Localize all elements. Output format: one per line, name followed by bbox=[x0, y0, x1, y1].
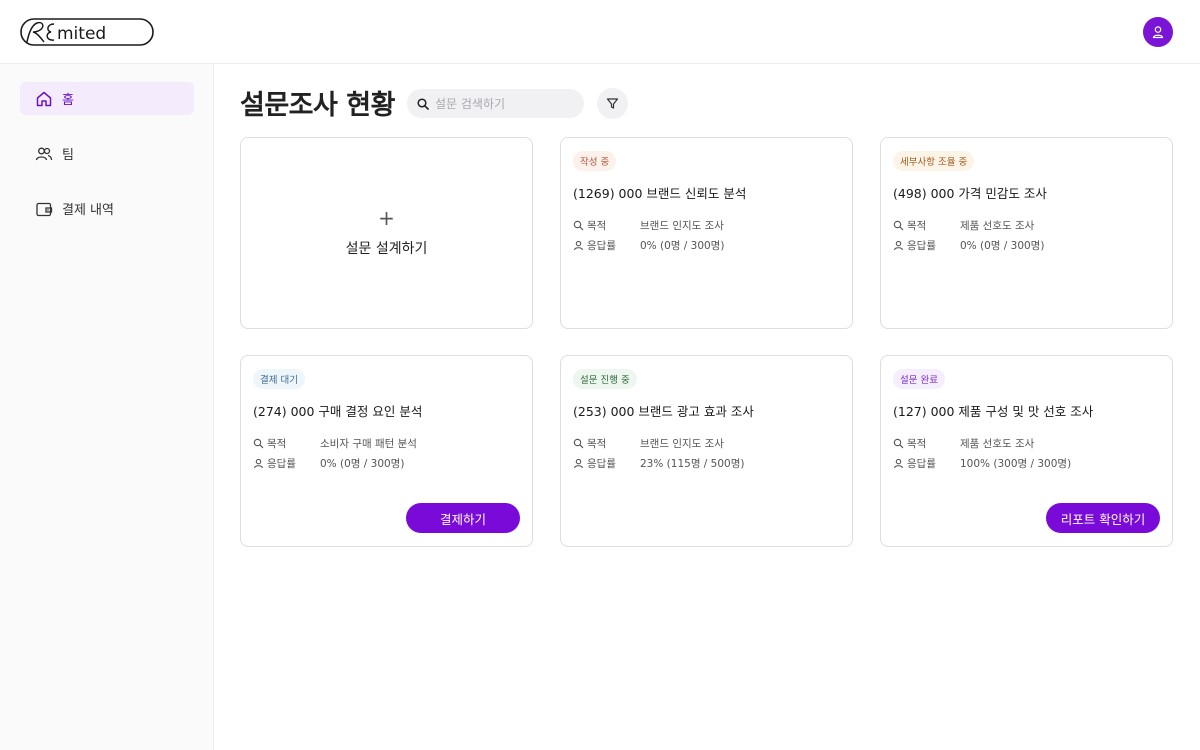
sidebar-item-label: 팀 bbox=[62, 148, 74, 163]
magnifier-icon bbox=[253, 438, 264, 449]
view-report-button[interactable]: 리포트 확인하기 bbox=[1046, 503, 1160, 533]
survey-card[interactable]: 결제 대기 (274) 000 구매 결정 요인 분석 목적 소비자 구매 패턴… bbox=[240, 355, 533, 547]
purpose-label: 목적 bbox=[907, 220, 927, 232]
sidebar-item-team[interactable]: 팀 bbox=[20, 137, 194, 170]
response-label: 응답률 bbox=[587, 240, 616, 252]
purpose-value: 브랜드 인지도 조사 bbox=[640, 438, 724, 450]
magnifier-icon bbox=[893, 220, 904, 231]
status-badge: 설문 진행 중 bbox=[573, 369, 637, 389]
survey-title: (274) 000 구매 결정 요인 분석 bbox=[253, 404, 423, 419]
magnifier-icon bbox=[893, 438, 904, 449]
response-row: 응답률 0% (0명 / 300명) bbox=[573, 238, 724, 253]
response-row: 응답률 23% (115명 / 500명) bbox=[573, 456, 744, 471]
purpose-value: 제품 선호도 조사 bbox=[960, 220, 1035, 232]
response-row: 응답률 0% (0명 / 300명) bbox=[893, 238, 1044, 253]
team-icon bbox=[34, 144, 54, 164]
filter-icon bbox=[606, 98, 619, 109]
survey-card[interactable]: 설문 완료 (127) 000 제품 구성 및 맛 선호 조사 목적 제품 선호… bbox=[880, 355, 1173, 547]
sidebar-item-label: 홈 bbox=[62, 93, 74, 108]
purpose-label: 목적 bbox=[587, 220, 607, 232]
top-header: mited bbox=[0, 0, 1200, 64]
sidebar: 홈 팀 결제 내역 bbox=[0, 64, 214, 750]
response-value: 0% (0명 / 300명) bbox=[960, 240, 1045, 252]
filter-button[interactable] bbox=[597, 88, 628, 119]
response-value: 0% (0명 / 300명) bbox=[640, 240, 725, 252]
purpose-row: 목적 제품 선호도 조사 bbox=[893, 436, 1034, 451]
person-icon bbox=[893, 240, 904, 251]
pay-button[interactable]: 결제하기 bbox=[406, 503, 520, 533]
search-icon bbox=[417, 97, 429, 110]
response-row: 응답률 0% (0명 / 300명) bbox=[253, 456, 404, 471]
purpose-value: 브랜드 인지도 조사 bbox=[640, 220, 724, 232]
person-icon bbox=[253, 458, 264, 469]
response-label: 응답률 bbox=[267, 458, 296, 470]
magnifier-icon bbox=[573, 220, 584, 231]
purpose-label: 목적 bbox=[587, 438, 607, 450]
person-icon bbox=[573, 240, 584, 251]
purpose-value: 소비자 구매 패턴 분석 bbox=[320, 438, 417, 450]
status-badge: 작성 중 bbox=[573, 151, 617, 171]
purpose-value: 제품 선호도 조사 bbox=[960, 438, 1035, 450]
purpose-label: 목적 bbox=[907, 438, 927, 450]
response-value: 100% (300명 / 300명) bbox=[960, 458, 1072, 470]
sidebar-item-payment-history[interactable]: 결제 내역 bbox=[20, 192, 194, 225]
survey-title: (127) 000 제품 구성 및 맛 선호 조사 bbox=[893, 404, 1094, 419]
new-survey-card[interactable]: + 설문 설계하기 bbox=[240, 137, 533, 329]
new-survey-label: 설문 설계하기 bbox=[345, 241, 428, 257]
status-badge: 결제 대기 bbox=[253, 369, 305, 389]
status-badge: 세부사항 조율 중 bbox=[893, 151, 975, 171]
page-title: 설문조사 현황 bbox=[240, 90, 395, 121]
status-badge: 설문 완료 bbox=[893, 369, 945, 389]
purpose-label: 목적 bbox=[267, 438, 287, 450]
response-label: 응답률 bbox=[587, 458, 616, 470]
purpose-row: 목적 소비자 구매 패턴 분석 bbox=[253, 436, 417, 451]
wallet-icon bbox=[34, 199, 54, 219]
survey-title: (498) 000 가격 민감도 조사 bbox=[893, 186, 1047, 201]
survey-title: (253) 000 브랜드 광고 효과 조사 bbox=[573, 404, 754, 419]
search-input[interactable] bbox=[435, 96, 575, 111]
person-icon bbox=[893, 458, 904, 469]
purpose-row: 목적 제품 선호도 조사 bbox=[893, 218, 1034, 233]
home-icon bbox=[34, 89, 54, 109]
sidebar-item-home[interactable]: 홈 bbox=[20, 82, 194, 115]
survey-title: (1269) 000 브랜드 신뢰도 분석 bbox=[573, 186, 747, 201]
survey-card[interactable]: 설문 진행 중 (253) 000 브랜드 광고 효과 조사 목적 브랜드 인지… bbox=[560, 355, 853, 547]
purpose-row: 목적 브랜드 인지도 조사 bbox=[573, 436, 724, 451]
response-label: 응답률 bbox=[907, 458, 936, 470]
user-icon bbox=[1152, 26, 1164, 39]
response-label: 응답률 bbox=[907, 240, 936, 252]
person-icon bbox=[573, 458, 584, 469]
search-box[interactable] bbox=[407, 89, 584, 118]
purpose-row: 목적 브랜드 인지도 조사 bbox=[573, 218, 724, 233]
plus-icon: + bbox=[378, 206, 395, 230]
sidebar-item-label: 결제 내역 bbox=[62, 203, 114, 218]
survey-card[interactable]: 세부사항 조율 중 (498) 000 가격 민감도 조사 목적 제품 선호도 … bbox=[880, 137, 1173, 329]
response-value: 23% (115명 / 500명) bbox=[640, 458, 745, 470]
user-avatar[interactable] bbox=[1143, 17, 1173, 47]
remited-logo[interactable]: mited bbox=[20, 18, 154, 46]
magnifier-icon bbox=[573, 438, 584, 449]
survey-card[interactable]: 작성 중 (1269) 000 브랜드 신뢰도 분석 목적 브랜드 인지도 조사… bbox=[560, 137, 853, 329]
svg-text:mited: mited bbox=[57, 24, 106, 44]
response-value: 0% (0명 / 300명) bbox=[320, 458, 405, 470]
response-row: 응답률 100% (300명 / 300명) bbox=[893, 456, 1071, 471]
